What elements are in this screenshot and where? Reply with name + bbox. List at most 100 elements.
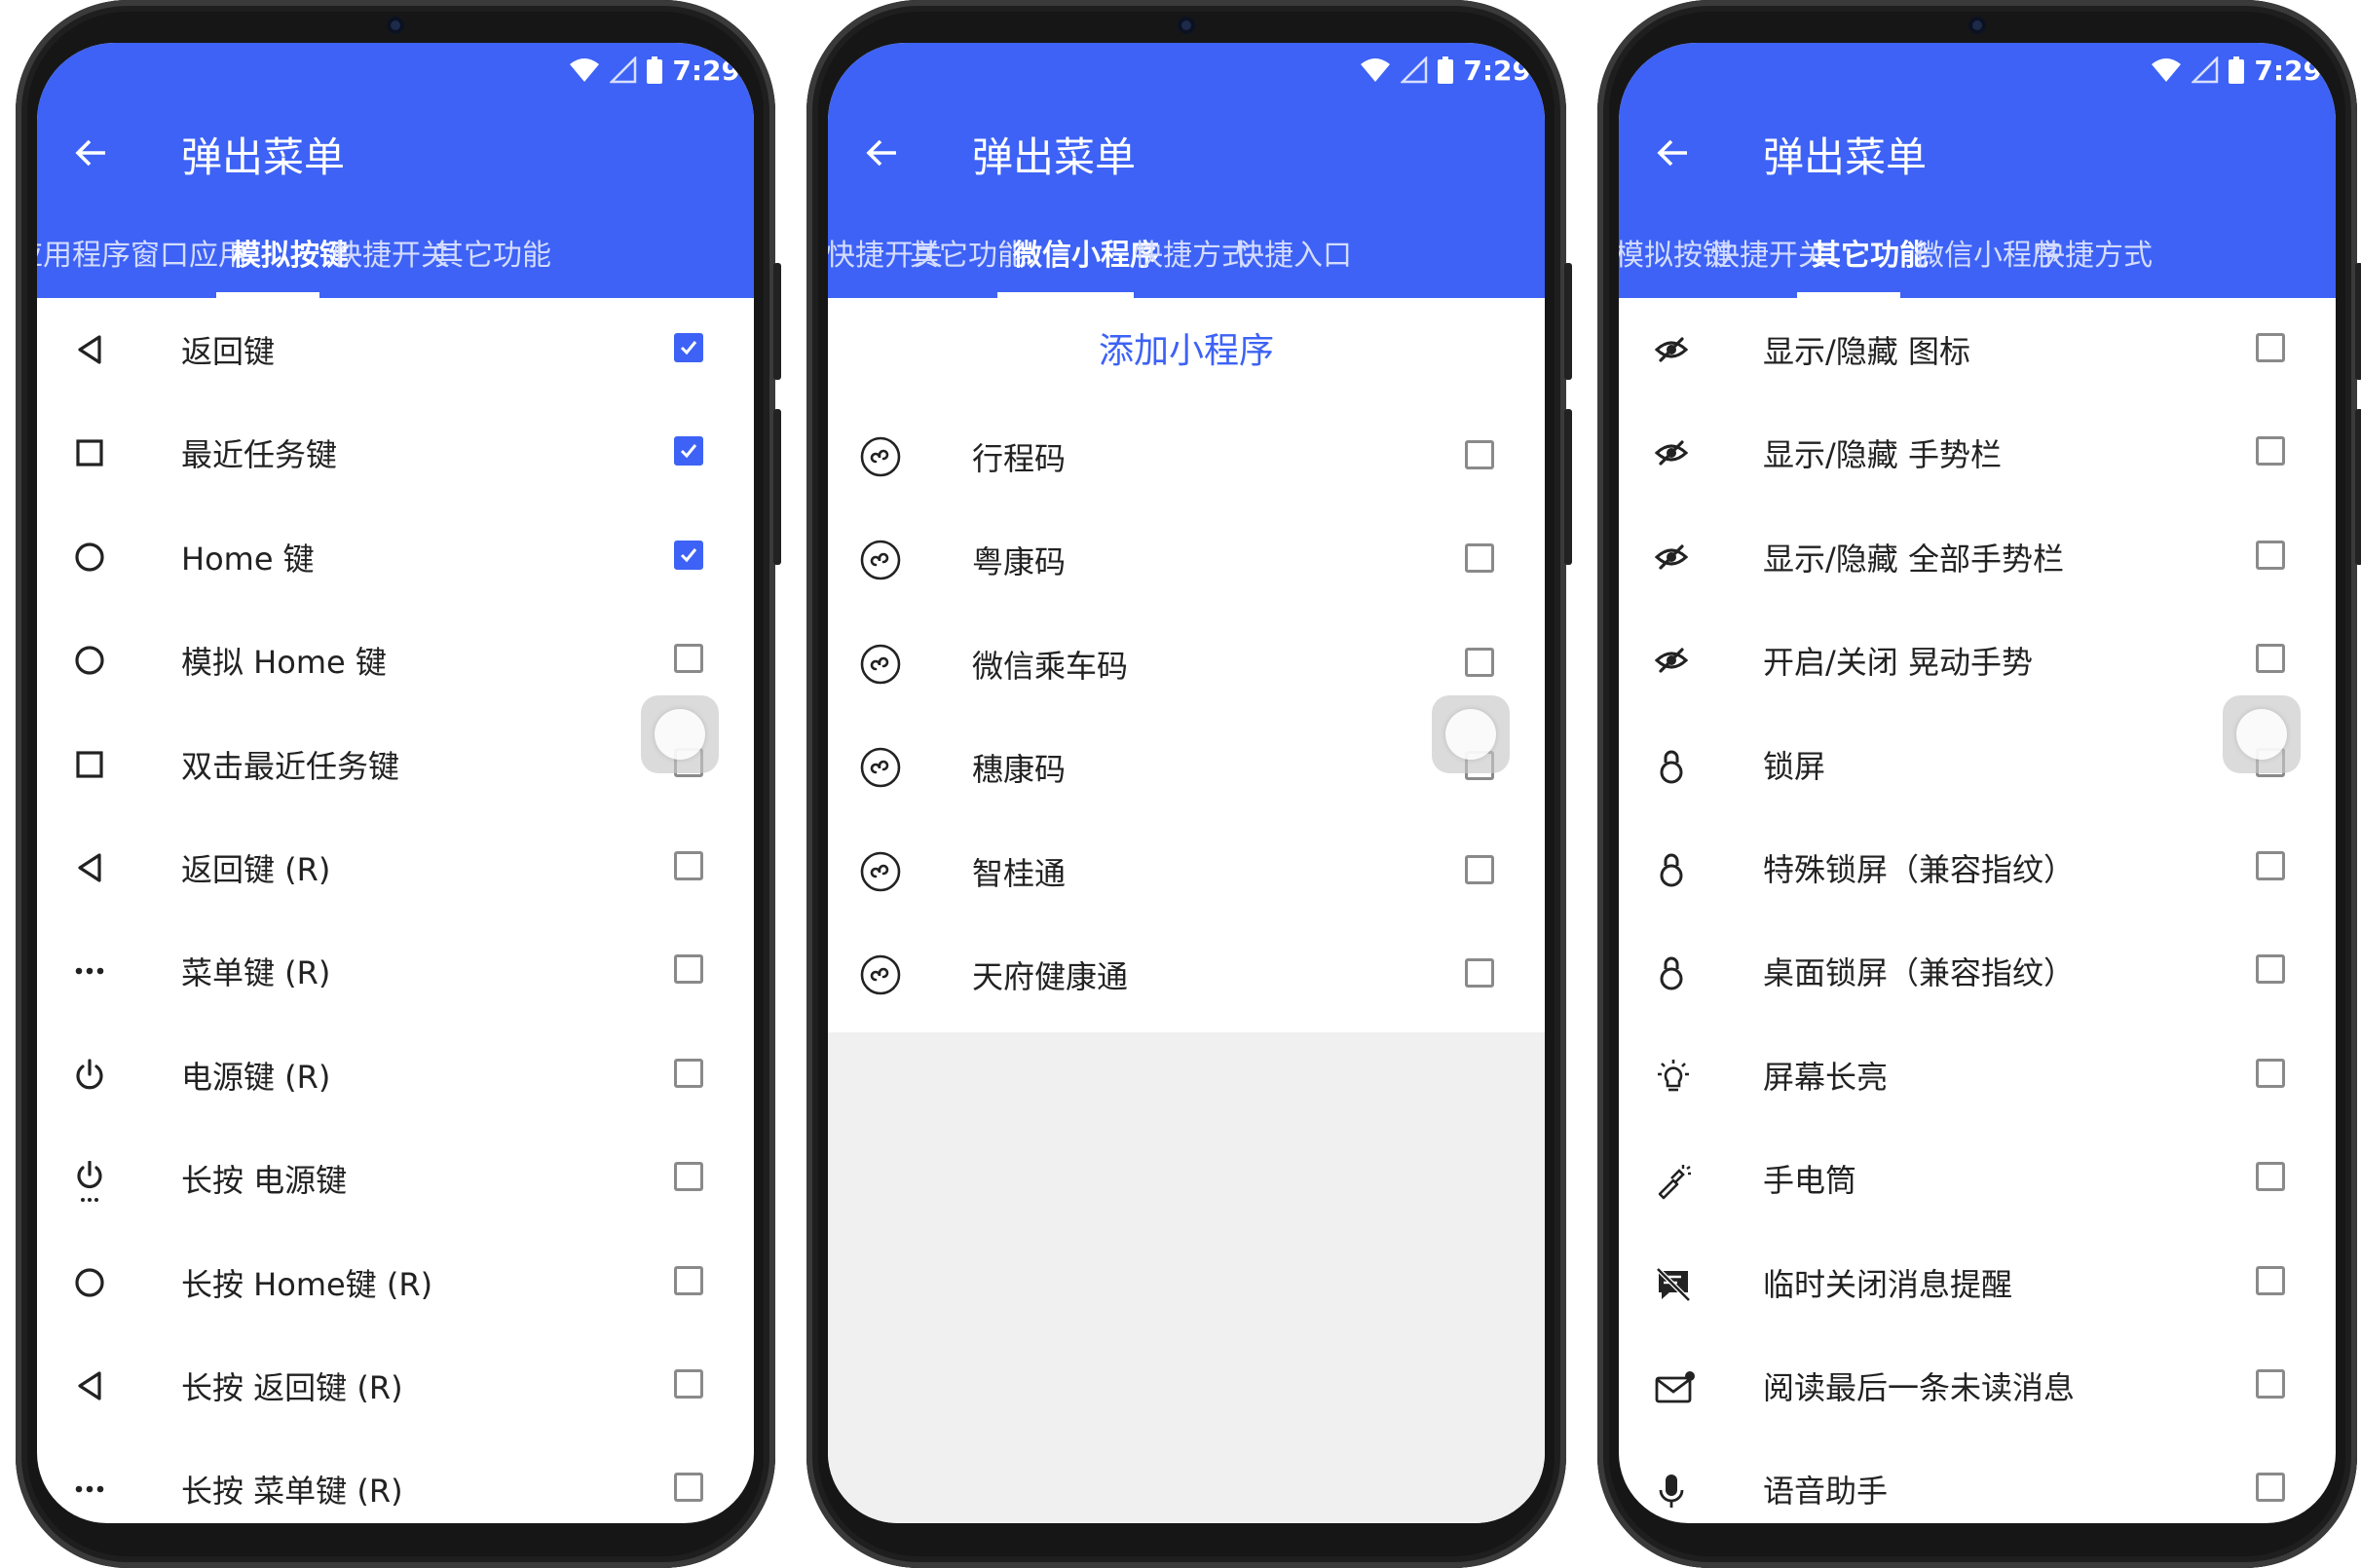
mini-program-icon [859,746,902,789]
list-item[interactable]: 菜单键 (R) [37,919,754,1023]
tab-item[interactable]: 快捷开关 [1710,218,1827,298]
floating-ball[interactable] [641,695,719,773]
tab-item[interactable]: 快捷入口 [1235,218,1352,298]
item-checkbox[interactable] [2256,644,2285,674]
lock-icon [1654,850,1689,887]
item-checkbox[interactable] [674,851,703,880]
front-camera [1968,17,1986,34]
item-checkbox[interactable] [674,1473,703,1503]
item-label: 锁屏 [1763,747,1826,785]
item-checkbox[interactable] [2256,540,2285,570]
square-icon [72,747,107,782]
item-label: 天府健康通 [972,958,1129,995]
item-checkbox[interactable] [1465,647,1494,677]
wifi-icon [2152,58,2182,82]
signal-icon [610,56,637,84]
tab-item[interactable]: 其它功能 [1812,218,1929,298]
list-item[interactable]: 临时关闭消息提醒 [1619,1231,2336,1334]
item-label: 长按 返回键 (R) [181,1369,403,1406]
list-item[interactable]: 行程码 [828,405,1545,508]
list-item[interactable]: 长按 返回键 (R) [37,1334,754,1437]
item-checkbox[interactable] [674,1265,703,1295]
item-checkbox[interactable] [2256,1473,2285,1503]
item-checkbox[interactable] [2256,954,2285,985]
item-checkbox[interactable] [1465,543,1494,574]
list-item[interactable]: 显示/隐藏 图标 [1619,298,2336,401]
item-checkbox[interactable] [2256,1162,2285,1192]
toolbar: 弹出菜单 [1619,101,2336,205]
list-item[interactable]: 特殊锁屏（兼容指纹） [1619,816,2336,919]
list-item[interactable]: 最近任务键 [37,401,754,504]
item-label: 语音助手 [1763,1473,1889,1511]
item-checkbox[interactable] [674,540,703,570]
item-checkbox[interactable] [674,436,703,467]
list-item[interactable]: 天府健康通 [828,923,1545,1027]
item-checkbox[interactable] [2256,333,2285,362]
list-item[interactable]: 粤康码 [828,508,1545,612]
list-item[interactable]: 电源键 (R) [37,1024,754,1127]
notification-off-icon [1654,1265,1691,1302]
item-label: 返回键 [181,333,276,370]
back-arrow-icon[interactable] [66,129,115,177]
tab-item[interactable]: 其它功能 [434,218,551,298]
item-checkbox[interactable] [1465,440,1494,469]
item-label: 显示/隐藏 手势栏 [1763,436,2002,474]
item-checkbox[interactable] [2256,851,2285,880]
tab-item[interactable]: 快捷方式 [2036,218,2153,298]
list-item[interactable]: 智桂通 [828,820,1545,923]
list-item[interactable]: 长按 Home键 (R) [37,1231,754,1334]
list-item[interactable]: 手电筒 [1619,1127,2336,1230]
item-checkbox[interactable] [2256,1265,2285,1295]
power-long-icon [72,1160,107,1203]
eye-off-icon [1654,540,1689,575]
status-time: 7:29 [1463,54,1531,87]
phone-screen: 7:29 弹出菜单应用程序窗口应用模拟按键快捷开关其它功能返回键最近任务键 Home… [37,43,754,1523]
item-label: 长按 电源键 [181,1162,348,1200]
item-checkbox[interactable] [1465,958,1494,988]
front-camera [387,17,404,34]
tab-item[interactable]: 应用程序 [37,218,131,298]
tab-item[interactable]: 快捷开关 [333,218,450,298]
list-item[interactable]: Home 键 [37,505,754,609]
floating-ball[interactable] [1432,695,1510,773]
mic-icon [1654,1472,1689,1509]
item-checkbox[interactable] [674,1369,703,1399]
tab-item[interactable]: 快捷方式 [1134,218,1251,298]
item-checkbox[interactable] [2256,1058,2285,1088]
item-checkbox[interactable] [1465,854,1494,884]
signal-icon [2192,56,2219,84]
item-checkbox[interactable] [674,1162,703,1192]
list-item[interactable]: 开启/关闭 晃动手势 [1619,609,2336,712]
list-item[interactable]: 显示/隐藏 全部手势栏 [1619,505,2336,609]
item-checkbox[interactable] [674,333,703,362]
list-item[interactable]: 返回键 (R) [37,816,754,919]
item-label: 模拟 Home 键 [181,644,387,682]
list-item[interactable]: 语音助手 [1619,1437,2336,1523]
back-triangle-icon [72,1368,107,1403]
item-checkbox[interactable] [674,954,703,985]
back-arrow-icon[interactable] [857,129,906,177]
tab-item[interactable]: 窗口应用 [131,218,247,298]
item-checkbox[interactable] [2256,1369,2285,1399]
wifi-icon [1361,58,1391,82]
item-checkbox[interactable] [674,644,703,674]
item-label: 临时关闭消息提醒 [1763,1265,2013,1303]
status-time: 7:29 [672,54,740,87]
list-item[interactable]: 屏幕长亮 [1619,1024,2336,1127]
item-checkbox[interactable] [674,1058,703,1088]
list-item[interactable]: 长按 菜单键 (R) [37,1437,754,1523]
item-checkbox[interactable] [2256,436,2285,467]
add-mini-program-button[interactable]: 添加小程序 [828,298,1545,405]
list-item[interactable]: 模拟 Home 键 [37,609,754,712]
tab-item[interactable]: 其它功能 [910,218,1027,298]
list-item[interactable]: 返回键 [37,298,754,401]
floating-ball[interactable] [2223,695,2301,773]
tab-item[interactable]: 模拟按键 [232,218,349,298]
list-item[interactable]: 阅读最后一条未读消息 [1619,1334,2336,1437]
circle-icon [72,643,107,678]
mini-program-icon [859,953,902,996]
list-item[interactable]: 桌面锁屏（兼容指纹） [1619,919,2336,1023]
list-item[interactable]: 显示/隐藏 手势栏 [1619,401,2336,504]
list-item[interactable]: 长按 电源键 [37,1127,754,1230]
back-arrow-icon[interactable] [1648,129,1697,177]
